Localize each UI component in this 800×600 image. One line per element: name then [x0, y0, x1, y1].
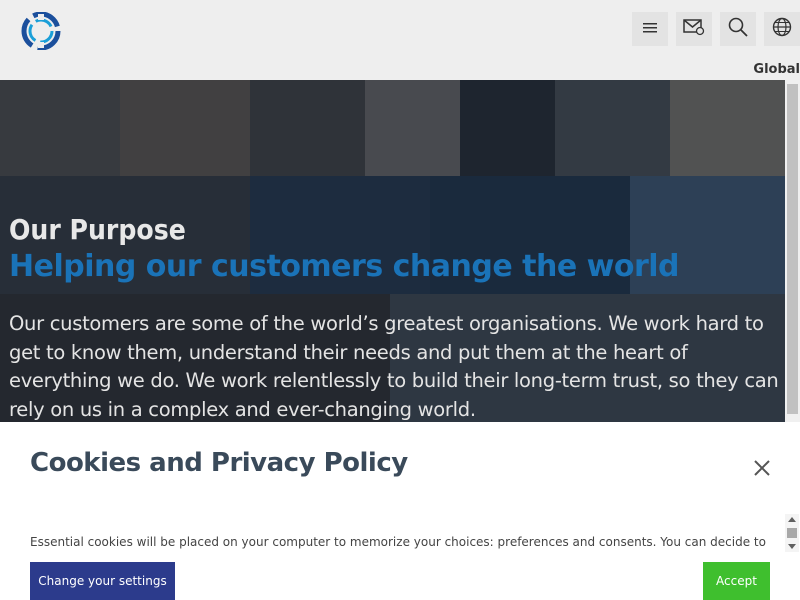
- page-scrollbar-thumb[interactable]: [787, 84, 798, 414]
- company-logo[interactable]: [16, 11, 66, 51]
- search-button[interactable]: [720, 12, 756, 46]
- mail-icon: [683, 18, 705, 40]
- hero-title: Helping our customers change the world: [9, 249, 680, 284]
- cookie-text-scrollbar[interactable]: [785, 514, 799, 552]
- site-header: Global: [0, 0, 800, 80]
- cookie-title: Cookies and Privacy Policy: [30, 448, 408, 478]
- close-icon[interactable]: [750, 456, 774, 480]
- hero-banner: Our Purpose Helping our customers change…: [0, 80, 785, 422]
- search-icon: [728, 17, 748, 41]
- hero-kicker: Our Purpose: [9, 213, 186, 246]
- hero-body: Our customers are some of the world’s gr…: [9, 312, 779, 421]
- menu-button[interactable]: [632, 12, 668, 46]
- accept-button[interactable]: Accept: [703, 562, 770, 600]
- contact-button[interactable]: [676, 12, 712, 46]
- region-label[interactable]: Global: [753, 62, 800, 77]
- globe-icon: [772, 17, 792, 41]
- change-settings-button[interactable]: Change your settings: [30, 562, 175, 600]
- cookie-scroll-thumb[interactable]: [787, 528, 797, 538]
- hero-text-block: Our Purpose Helping our customers change…: [9, 212, 785, 422]
- language-button[interactable]: [764, 12, 800, 46]
- cookie-description: Essential cookies will be placed on your…: [30, 535, 770, 549]
- page-scrollbar[interactable]: [785, 80, 800, 422]
- scroll-down-icon[interactable]: [788, 544, 796, 549]
- scroll-up-icon[interactable]: [788, 517, 796, 522]
- cookie-banner: Cookies and Privacy Policy Essential coo…: [0, 422, 800, 600]
- menu-icon: [642, 20, 658, 39]
